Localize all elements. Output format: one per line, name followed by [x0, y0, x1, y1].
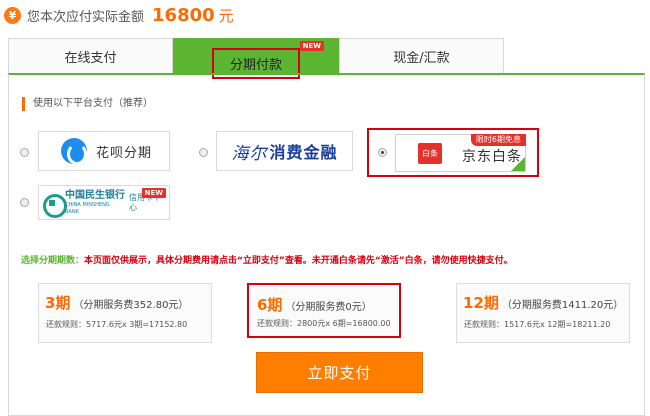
jd-baitiao-logo: 白条 [418, 142, 442, 164]
platform-minsheng-bank[interactable]: 中国民生银行 CHINA MINSHENG BANK 信用卡中心 NEW [38, 185, 170, 220]
payment-header: ¥ 您本次应付实际金额 16800 元 [4, 4, 234, 26]
plan-fee: （分期服务费352.80元） [73, 300, 189, 311]
tab-installment[interactable]: 分期付款 NEW [173, 38, 339, 79]
platform-haier-consumer-finance[interactable]: 海尔 消费金融 [216, 131, 353, 171]
plan-title: 12期 （分期服务费1411.20元） [463, 292, 623, 313]
plan-title: 6期 （分期服务费0元） [257, 294, 372, 315]
radio-jd[interactable] [378, 148, 387, 157]
plan-option-6[interactable]: 6期 （分期服务费0元） 还款规则：2800元x 6期=16800.00 [247, 283, 401, 338]
minsheng-logo-icon [43, 193, 67, 218]
promo-badge: 限时6期免息 [470, 134, 526, 146]
tab-label: 在线支付 [64, 50, 117, 66]
amount-unit: 元 [218, 6, 234, 25]
plan-option-12[interactable]: 12期 （分期服务费1411.20元） 还款规则：1517.6元x 12期=18… [456, 283, 630, 343]
tab-online-payment[interactable]: 在线支付 [8, 38, 173, 73]
selected-check-corner [511, 157, 525, 171]
plan-periods: 3期 [45, 294, 71, 312]
plan-rule: 还款规则：1517.6元x 12期=18211.20 [464, 320, 611, 329]
platform-huabei[interactable]: 花呗分期 [38, 131, 170, 171]
notice-text: 本页面仅供展示，具体分期费用请点击“立即支付”查看。未开通白条请先“激活”白条，… [84, 256, 513, 266]
plan-periods: 6期 [257, 296, 283, 314]
tab-label: 现金/汇款 [393, 50, 450, 66]
payment-tabs: 在线支付 分期付款 NEW 现金/汇款 [8, 38, 504, 79]
plan-rule: 还款规则：5717.6元x 3期=17152.80 [46, 320, 188, 329]
plan-periods: 12期 [463, 294, 499, 312]
haier-logo-text: 海尔 [231, 143, 268, 164]
plan-rule: 还款规则：2800元x 6期=16800.00 [257, 319, 391, 328]
new-badge: NEW [299, 41, 324, 51]
plan-fee: （分期服务费1411.20元） [501, 300, 624, 311]
minsheng-name-cn: 中国民生银行 [64, 189, 125, 201]
plan-title: 3期 （分期服务费352.80元） [45, 292, 188, 313]
plan-fee: （分期服务费0元） [285, 302, 372, 313]
plan-option-3[interactable]: 3期 （分期服务费352.80元） 还款规则：5717.6元x 3期=17152… [38, 283, 212, 343]
radio-huabei[interactable] [20, 148, 29, 157]
notice-label: 选择分期期数： [21, 256, 85, 266]
tab-cash-remittance[interactable]: 现金/汇款 [339, 38, 504, 73]
minsheng-name-en: CHINA MINSHENG BANK [64, 201, 110, 215]
haier-finance-text: 消费金融 [269, 143, 338, 162]
pay-now-button[interactable]: 立即支付 [256, 352, 423, 393]
tab-label: 分期付款 [229, 57, 282, 73]
huabei-name: 花呗分期 [96, 145, 153, 161]
radio-minsheng[interactable] [20, 198, 29, 207]
amount-label: 您本次应付实际金额 [27, 9, 145, 25]
new-badge: NEW [141, 188, 166, 198]
huabei-logo-icon [61, 138, 87, 165]
installment-notice: 选择分期期数：本页面仅供展示，具体分期费用请点击“立即支付”查看。未开通白条请先… [21, 253, 513, 266]
minsheng-name-block: 中国民生银行 CHINA MINSHENG BANK [65, 190, 125, 216]
section-title: 使用以下平台支付（推荐） [22, 97, 153, 111]
platform-jd-baitiao[interactable]: 白条 京东白条 限时6期免息 [395, 134, 526, 172]
yen-icon: ¥ [4, 6, 21, 24]
radio-haier[interactable] [199, 148, 208, 157]
amount-value: 16800 [152, 4, 215, 26]
